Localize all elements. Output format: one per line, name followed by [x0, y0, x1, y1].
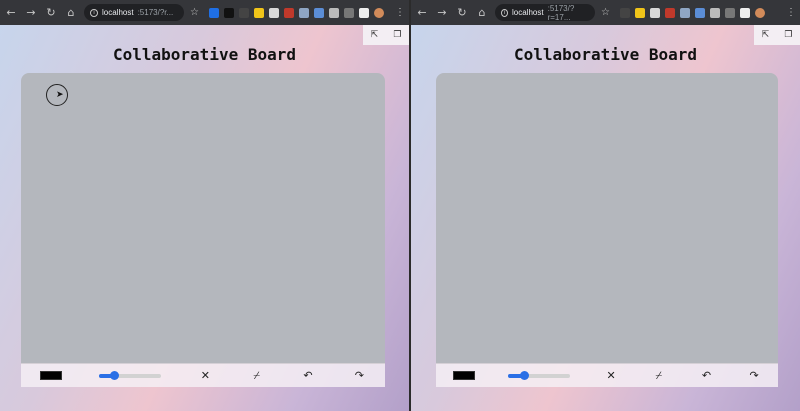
clear-icon[interactable]: ✕: [198, 369, 212, 382]
back-icon[interactable]: ←: [415, 6, 429, 20]
slider-thumb[interactable]: [519, 370, 529, 380]
profile-avatar-icon[interactable]: [373, 7, 384, 18]
app-page: ⇱ ❐ Collaborative Board ✕ ⌿ ↶ ↷: [411, 25, 800, 411]
copy-icon[interactable]: ❐: [393, 30, 401, 40]
puzzle-extensions-icon[interactable]: [328, 7, 339, 18]
undo-icon[interactable]: ↶: [301, 369, 315, 382]
sidebar-icon[interactable]: [358, 7, 369, 18]
pointer-icon: ➤: [56, 90, 64, 100]
bookmark-star-icon[interactable]: ☆: [601, 7, 610, 18]
page-title: Collaborative Board: [513, 45, 698, 64]
extension-icon[interactable]: [298, 7, 309, 18]
extension-icon[interactable]: [724, 7, 735, 18]
eraser-icon[interactable]: ⌿: [250, 369, 264, 383]
reload-icon[interactable]: ↻: [44, 6, 58, 20]
extension-icon[interactable]: [313, 7, 324, 18]
profile-avatar-icon[interactable]: [754, 7, 765, 18]
open-external-icon[interactable]: ⇱: [762, 30, 770, 40]
page-title: Collaborative Board: [112, 45, 297, 64]
undo-icon[interactable]: ↶: [699, 369, 713, 382]
browser-menu-icon[interactable]: ⋮: [786, 7, 796, 18]
clear-icon[interactable]: ✕: [604, 369, 618, 382]
extension-icon[interactable]: [268, 7, 279, 18]
url-host: localhost: [512, 8, 544, 17]
extension-icon[interactable]: [343, 7, 354, 18]
drawing-toolbar: ✕ ⌿ ↶ ↷: [436, 363, 778, 387]
app-page: ⇱ ❐ Collaborative Board ➤ ✕ ⌿ ↶ ↷: [0, 25, 409, 411]
extension-icon[interactable]: [664, 7, 675, 18]
home-icon[interactable]: ⌂: [64, 6, 78, 20]
extension-icon[interactable]: [253, 7, 264, 18]
brush-cursor: ➤: [46, 84, 68, 106]
extension-icon[interactable]: [679, 7, 690, 18]
extensions-row: [619, 7, 765, 18]
site-info-icon[interactable]: i: [90, 8, 98, 17]
extension-icon[interactable]: [223, 7, 234, 18]
open-external-icon[interactable]: ⇱: [371, 30, 379, 40]
url-path: :5173/?r...: [137, 8, 174, 17]
address-bar[interactable]: i localhost:5173/?r...: [84, 4, 184, 21]
address-bar[interactable]: i localhost:5173/?r=17...: [495, 3, 595, 22]
browser-window-left: ← → ↻ ⌂ i localhost:5173/?r... ☆ ⋮ ⇱ ❐ …: [0, 0, 409, 411]
corner-tools: ⇱ ❐: [754, 25, 800, 45]
forward-icon[interactable]: →: [24, 6, 38, 20]
screen: ← → ↻ ⌂ i localhost:5173/?r... ☆ ⋮ ⇱ ❐ …: [0, 0, 800, 411]
extension-icon[interactable]: [694, 7, 705, 18]
extension-icon[interactable]: [283, 7, 294, 18]
url-host: localhost: [102, 8, 134, 17]
eraser-icon[interactable]: ⌿: [652, 369, 666, 383]
brush-size-slider[interactable]: [98, 370, 161, 380]
url-path: :5173/?r=17...: [547, 3, 575, 22]
drawing-canvas[interactable]: [436, 73, 778, 363]
home-icon[interactable]: ⌂: [475, 6, 489, 20]
slider-thumb[interactable]: [110, 370, 120, 380]
sidebar-icon[interactable]: [739, 7, 750, 18]
redo-icon[interactable]: ↷: [747, 369, 761, 382]
extension-icon[interactable]: [208, 7, 219, 18]
browser-toolbar: ← → ↻ ⌂ i localhost:5173/?r=17... ☆ ⋮: [411, 0, 800, 25]
extension-icon[interactable]: [649, 7, 660, 18]
bookmark-star-icon[interactable]: ☆: [190, 7, 199, 18]
browser-window-right: ← → ↻ ⌂ i localhost:5173/?r=17... ☆ ⋮ ⇱…: [411, 0, 800, 411]
brush-size-slider[interactable]: [508, 370, 571, 380]
site-info-icon[interactable]: i: [501, 8, 509, 17]
extensions-row: [208, 7, 384, 18]
forward-icon[interactable]: →: [435, 6, 449, 20]
puzzle-extensions-icon[interactable]: [709, 7, 720, 18]
browser-menu-icon[interactable]: ⋮: [395, 7, 405, 18]
extension-icon[interactable]: [238, 7, 249, 18]
corner-tools: ⇱ ❐: [363, 25, 409, 45]
drawing-canvas[interactable]: ➤: [21, 73, 385, 363]
color-picker[interactable]: [452, 371, 475, 380]
extension-icon[interactable]: [634, 7, 645, 18]
browser-toolbar: ← → ↻ ⌂ i localhost:5173/?r... ☆ ⋮: [0, 0, 409, 25]
color-picker[interactable]: [39, 371, 62, 380]
extension-icon[interactable]: [619, 7, 630, 18]
back-icon[interactable]: ←: [4, 6, 18, 20]
reload-icon[interactable]: ↻: [455, 6, 469, 20]
drawing-toolbar: ✕ ⌿ ↶ ↷: [21, 363, 385, 387]
redo-icon[interactable]: ↷: [352, 369, 366, 382]
copy-icon[interactable]: ❐: [784, 30, 792, 40]
